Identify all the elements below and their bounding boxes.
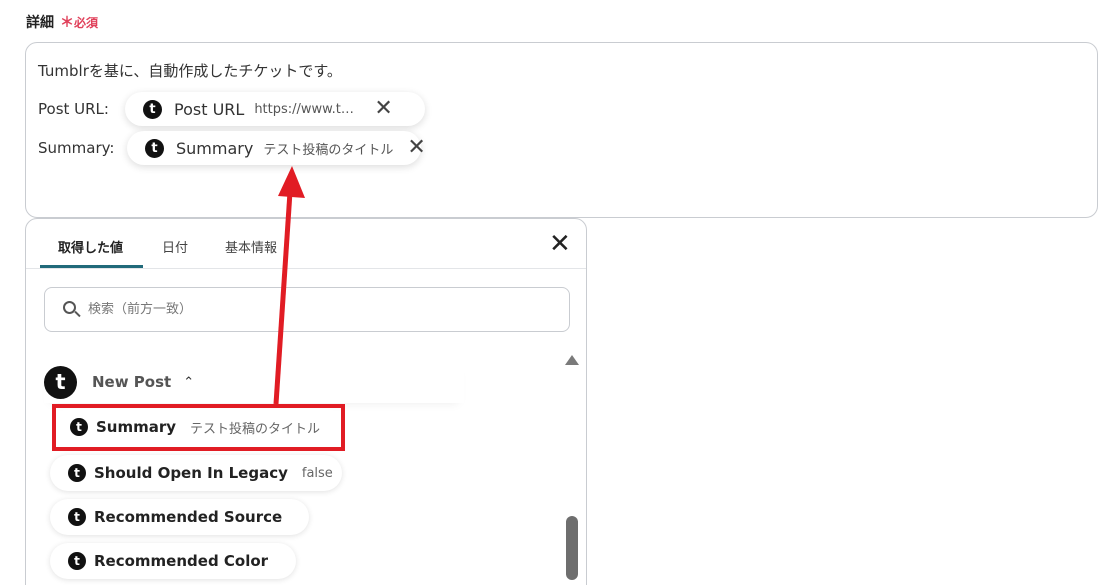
variable-chip-post-url[interactable]: t Post URL https://www.tumb... ✕ — [125, 92, 425, 126]
variable-picker-panel: 取得した値 日付 基本情報 ✕ t New Post ⌃ t Summary テ… — [25, 218, 587, 585]
remove-chip-icon[interactable]: ✕ — [407, 137, 425, 159]
search-box[interactable] — [44, 287, 570, 332]
remove-chip-icon[interactable]: ✕ — [374, 98, 392, 120]
chip-name: Post URL — [174, 99, 245, 119]
required-star: ＊ — [60, 15, 74, 31]
item-value: false — [301, 465, 333, 481]
editor-label-summary: Summary: — [38, 139, 115, 157]
picker-tabs: 取得した値 日付 基本情報 ✕ — [26, 219, 586, 269]
field-label-text: 詳細 — [26, 15, 54, 31]
search-input[interactable] — [88, 302, 508, 317]
highlight-box — [52, 404, 345, 451]
list-item-recommended-source[interactable]: t Recommended Source — [50, 499, 309, 535]
variable-chip-summary[interactable]: t Summary テスト投稿のタイトル ✕ — [127, 131, 426, 165]
tab-acquired-values[interactable]: 取得した値 — [58, 237, 123, 256]
search-icon — [63, 301, 81, 318]
list-item-should-open-in-legacy[interactable]: t Should Open In Legacy false — [50, 455, 342, 491]
list-item-recommended-color[interactable]: t Recommended Color — [50, 543, 296, 579]
tumblr-icon: t — [68, 552, 86, 570]
tumblr-icon: t — [145, 138, 164, 158]
editor-label-post-url: Post URL: — [38, 100, 109, 118]
tab-basic-info[interactable]: 基本情報 — [225, 237, 277, 256]
tab-date[interactable]: 日付 — [162, 237, 188, 256]
tumblr-icon: t — [143, 99, 162, 119]
tumblr-icon: t — [44, 365, 77, 399]
chevron-up-icon[interactable]: ⌃ — [183, 375, 194, 390]
tumblr-icon: t — [68, 464, 86, 482]
chip-value: https://www.tumb... — [254, 101, 360, 117]
detail-editor[interactable]: Tumblrを基に、自動作成したチケットです。 Post URL: Summar… — [25, 42, 1098, 218]
scrollbar-thumb[interactable] — [566, 516, 578, 580]
scroll-up-arrow[interactable] — [565, 355, 579, 365]
required-text: 必須 — [74, 16, 99, 30]
group-title: New Post — [92, 373, 172, 391]
item-name: Should Open In Legacy — [94, 464, 288, 482]
item-name: Recommended Source — [94, 508, 283, 526]
required-indicator: ＊必須 — [60, 15, 99, 31]
chip-value: テスト投稿のタイトル — [263, 142, 394, 158]
editor-line-intro: Tumblrを基に、自動作成したチケットです。 — [38, 62, 342, 80]
field-label: 詳細 ＊必須 — [26, 12, 98, 32]
tumblr-icon: t — [68, 508, 86, 526]
chip-name: Summary — [176, 138, 254, 158]
item-name: Recommended Color — [94, 552, 269, 570]
active-tab-indicator — [40, 265, 143, 268]
close-icon[interactable]: ✕ — [549, 231, 571, 257]
group-header-new-post[interactable]: t New Post ⌃ — [44, 361, 464, 403]
